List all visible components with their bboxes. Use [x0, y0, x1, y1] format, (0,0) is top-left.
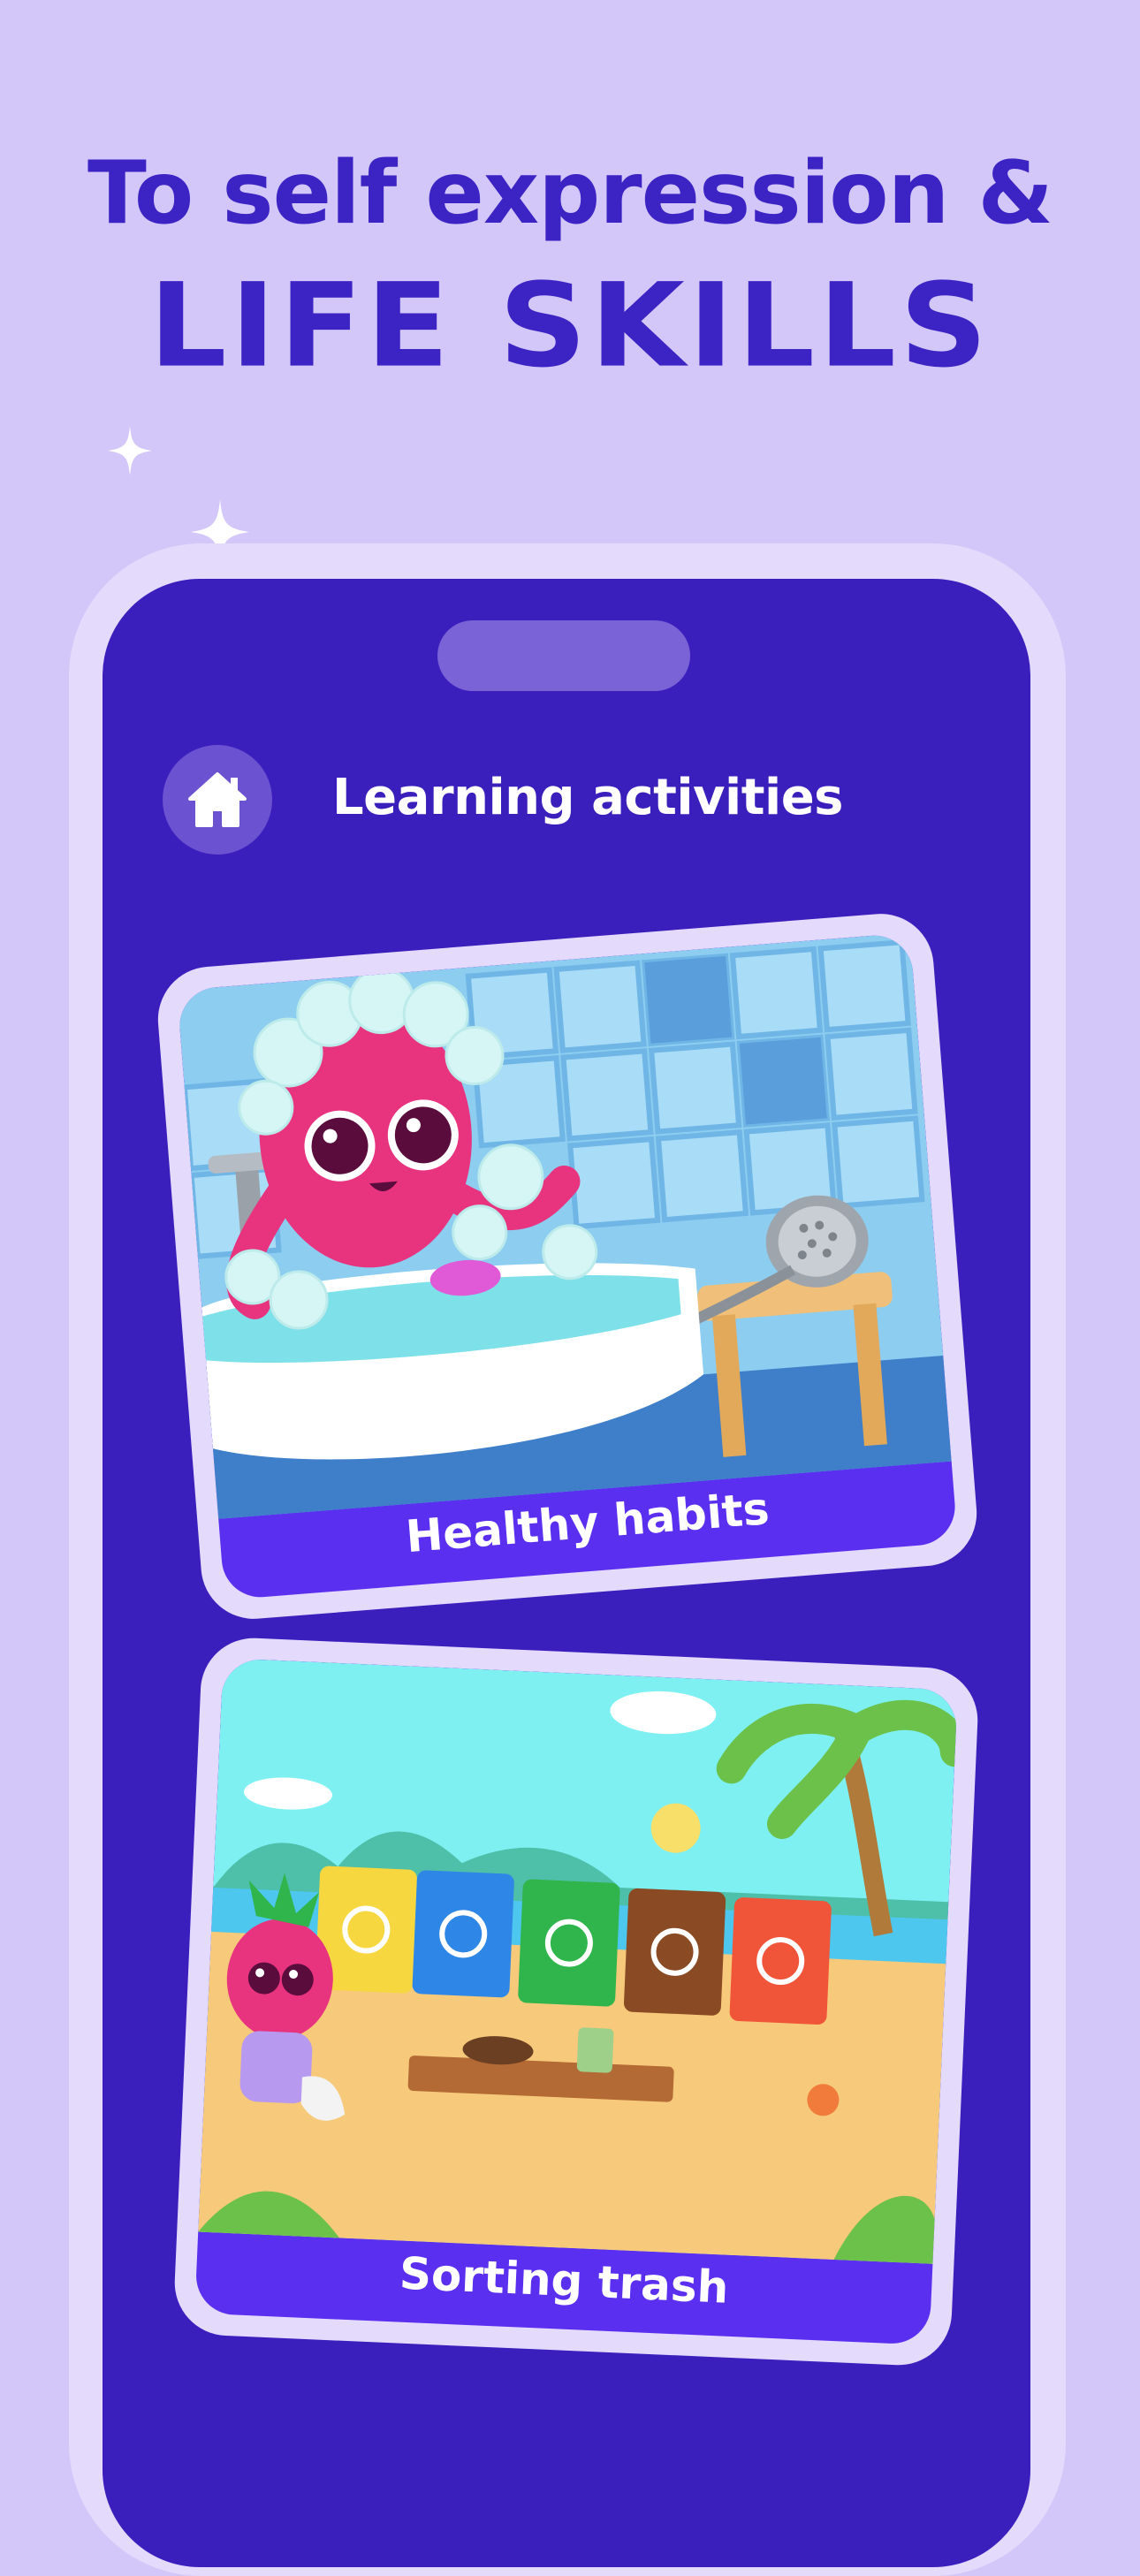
headline-line-1: To self expression &: [87, 143, 1053, 244]
bath-scene-illustration: [177, 932, 952, 1519]
card-inner: Healthy habits: [177, 932, 958, 1600]
beach-scene-illustration: [198, 1658, 958, 2264]
headline-line-2: LIFE SKILLS: [148, 258, 992, 393]
home-icon: [188, 772, 247, 827]
card-inner: Sorting trash: [194, 1658, 958, 2345]
home-button[interactable]: [163, 745, 272, 855]
phone-notch: [437, 620, 690, 691]
phone-screen: Learning activities Healthy habits Sorti…: [103, 579, 1030, 2567]
screen-title: Learning activities: [332, 769, 844, 826]
activity-card-healthy-habits[interactable]: Healthy habits: [154, 909, 981, 1623]
activity-card-sorting-trash[interactable]: Sorting trash: [172, 1636, 980, 2367]
sparkle-icon: [108, 426, 152, 475]
